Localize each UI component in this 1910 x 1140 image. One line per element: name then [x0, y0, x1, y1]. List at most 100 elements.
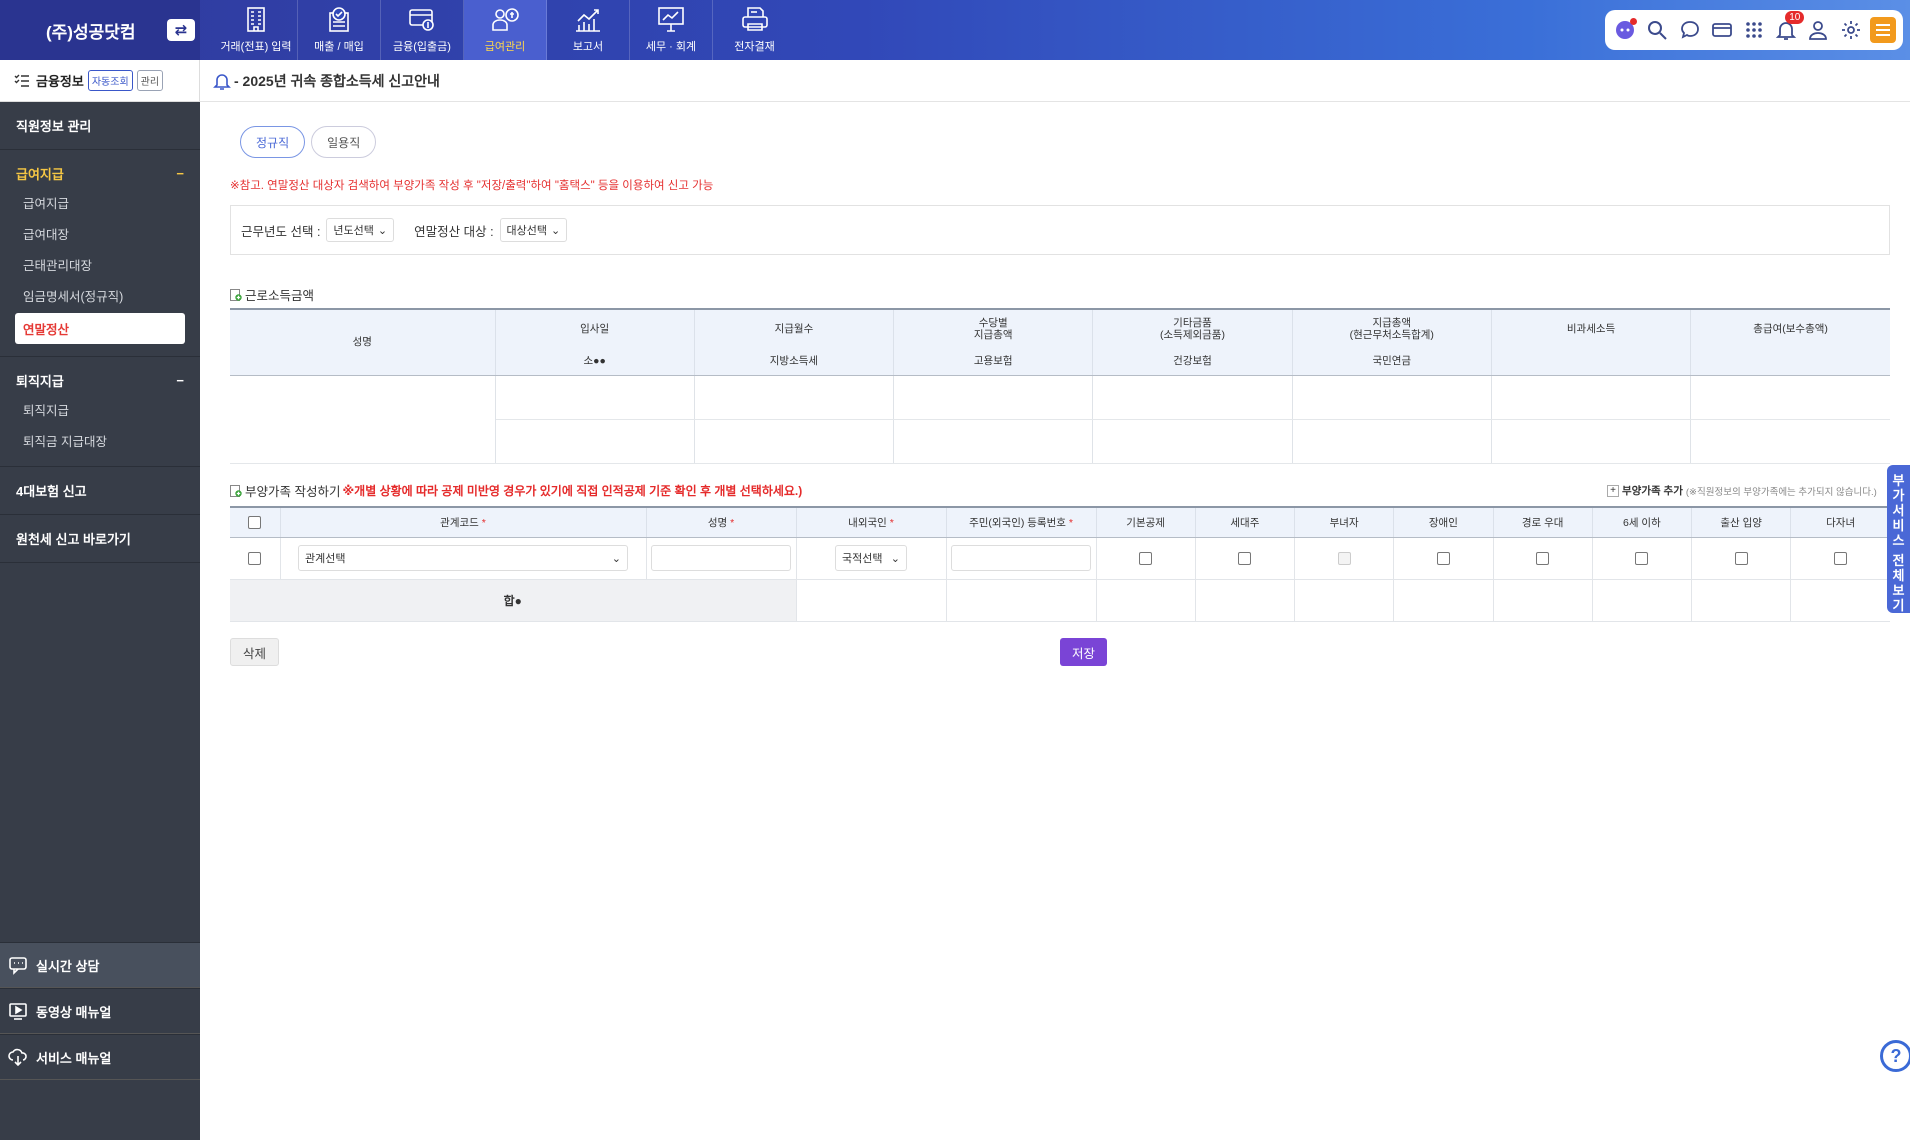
column-header: 지급월수 [694, 308, 895, 347]
manage-chip[interactable]: 관리 [136, 70, 164, 91]
sidebar-item-payslip[interactable]: 임금명세서(정규직) [0, 280, 200, 311]
select-all-checkbox[interactable] [230, 506, 281, 538]
under-six-checkbox[interactable] [1592, 537, 1693, 580]
column-header: 6세 이하 [1592, 506, 1693, 538]
household-head-checkbox[interactable] [1195, 537, 1296, 580]
user-icon[interactable] [1805, 17, 1831, 43]
sidebar-item-pay[interactable]: 급여지급 [0, 187, 200, 218]
column-header: 주민(외국인) 등록번호 * [946, 506, 1097, 538]
sidebar-item-year-end-settlement[interactable]: 연말정산 [15, 313, 185, 344]
sidebar-section-employee: 직원정보 관리 [0, 102, 200, 150]
bell-icon[interactable]: 10 [1773, 11, 1805, 43]
chat-bubble-icon[interactable] [1677, 17, 1703, 43]
nav-label: 급여관리 [484, 41, 526, 53]
column-header: 소●● [495, 347, 695, 376]
sidebar-section-retirement: 퇴직지급 − 퇴직지급 퇴직금 지급대장 [0, 357, 200, 467]
sidebar-item-insurance-report[interactable]: 4대보험 신고 [0, 477, 200, 504]
nav-transaction-entry[interactable]: 거래(전표) 입력 [215, 0, 298, 60]
page-header: - 2025년 귀속 종합소득세 신고안내 [200, 60, 1910, 102]
column-header: 부녀자 [1294, 506, 1395, 538]
chevron-down-icon: ⌄ [551, 224, 561, 237]
income-table: 성명 입사일 지급월수 수당별 지급총액 기타금품 (소득제외금품) 지급총액 … [230, 308, 1890, 464]
disabled-checkbox[interactable] [1393, 537, 1494, 580]
employee-type-tabs: 정규직 일용직 [240, 126, 377, 158]
nav-reports[interactable]: 보고서 [547, 0, 630, 60]
add-doc-icon [230, 288, 242, 301]
woman-checkbox [1294, 537, 1395, 580]
dependents-warning: ※개별 상황에 따라 공제 미반영 경우가 있기에 직접 인적공제 기준 확인 … [342, 484, 803, 498]
sidebar-section-payroll: 급여지급 − 급여지급 급여대장 근태관리대장 임금명세서(정규직) 연말정산 [0, 150, 200, 357]
collapse-icon[interactable]: − [176, 166, 184, 181]
additional-services-tab[interactable]: 부가서비스전체보기 [1887, 465, 1910, 613]
add-dependent-button[interactable]: + 부양가족 추가 (※직원정보의 부양가족에는 추가되지 않습니다.) [1607, 483, 1877, 498]
sidebar-item-attendance[interactable]: 근태관리대장 [0, 249, 200, 280]
sidebar-bottom-links: 실시간 상담 동영상 매뉴얼 서비스 매뉴얼 [0, 942, 200, 1080]
chart-up-icon [576, 9, 600, 32]
nav-finance[interactable]: 금융(입출금) [381, 0, 464, 60]
sum-label: 합● [230, 579, 797, 622]
table-row [230, 375, 1890, 464]
page-title[interactable]: - 2025년 귀속 종합소득세 신고안내 [234, 71, 440, 91]
sidebar-item-withholding-tax[interactable]: 원천세 신고 바로가기 [0, 525, 200, 552]
year-select[interactable]: 년도선택 ⌄ [326, 218, 395, 242]
sum-row: 합● [230, 579, 1890, 622]
nav-payroll[interactable]: 급여관리 [464, 0, 547, 60]
column-header: 내외국인 * [796, 506, 947, 538]
column-header: 장애인 [1393, 506, 1494, 538]
auto-lookup-chip[interactable]: 자동조회 [87, 70, 133, 91]
dependents-table: 관계코드 * 성명 * 내외국인 * 주민(외국인) 등록번호 * 기본공제 세… [230, 506, 1890, 622]
column-header [1690, 347, 1890, 376]
column-header: 입사일 [495, 308, 695, 347]
basic-deduction-checkbox[interactable] [1096, 537, 1196, 580]
nav-tax-accounting[interactable]: 세무 · 회계 [630, 0, 713, 60]
column-header: 건강보험 [1092, 347, 1293, 376]
service-manual-button[interactable]: 서비스 매뉴얼 [0, 1034, 200, 1080]
brand[interactable]: (주)성공닷컴 ⇄ [0, 0, 200, 60]
search-icon[interactable] [1644, 17, 1670, 43]
multi-child-checkbox[interactable] [1790, 537, 1890, 580]
target-select[interactable]: 대상선택 ⌄ [499, 218, 568, 242]
collapse-icon[interactable]: − [176, 373, 184, 388]
column-header: 고용보험 [893, 347, 1094, 376]
column-header: 수당별 지급총액 [893, 308, 1094, 347]
card-icon[interactable] [1709, 17, 1735, 43]
nav-e-approval[interactable]: 전자결재 [713, 0, 796, 60]
nav-sales-purchase[interactable]: 매출 / 매입 [298, 0, 381, 60]
apps-grid-icon[interactable] [1741, 17, 1767, 43]
sidebar-item-payroll[interactable]: 급여지급 − [0, 160, 200, 187]
hamburger-menu-icon[interactable] [1869, 17, 1896, 43]
row-checkbox[interactable] [230, 537, 281, 580]
nationality-select[interactable]: 국적선택 ⌄ [835, 545, 907, 571]
tab-regular[interactable]: 정규직 [240, 126, 306, 158]
sidebar-section-withholding: 원천세 신고 바로가기 [0, 515, 200, 563]
income-section-title: 근로소득금액 [230, 285, 314, 304]
live-chat-button[interactable]: 실시간 상담 [0, 942, 200, 988]
nav-label: 보고서 [572, 41, 604, 53]
relation-select[interactable]: 관계선택 ⌄ [298, 545, 628, 571]
sidebar-section-insurance: 4대보험 신고 [0, 467, 200, 515]
top-nav: 거래(전표) 입력 매출 / 매입 금융(입출금) 급여관리 보고서 세무 · … [215, 0, 796, 60]
save-button[interactable]: 저장 [1060, 638, 1108, 666]
gear-icon[interactable] [1838, 17, 1864, 43]
nav-label: 세무 · 회계 [645, 41, 697, 53]
name-input[interactable] [651, 545, 791, 571]
switch-company-icon[interactable]: ⇄ [167, 19, 195, 41]
sidebar-item-retirement-pay[interactable]: 퇴직지급 [0, 394, 200, 425]
registration-number-input[interactable] [951, 545, 1091, 571]
senior-checkbox[interactable] [1493, 537, 1593, 580]
tab-daily[interactable]: 일용직 [311, 126, 377, 158]
column-header: 세대주 [1195, 506, 1296, 538]
chatbot-icon[interactable] [1612, 17, 1638, 43]
sidebar-item-retirement-ledger[interactable]: 퇴직금 지급대장 [0, 425, 200, 456]
sidebar-item-employee-info[interactable]: 직원정보 관리 [0, 112, 200, 139]
column-header: 지급총액 (현근무처소득합계) [1292, 308, 1492, 347]
delete-button[interactable]: 삭제 [230, 638, 280, 666]
video-manual-button[interactable]: 동영상 매뉴얼 [0, 988, 200, 1034]
birth-adoption-checkbox[interactable] [1691, 537, 1792, 580]
sidebar-item-payroll-ledger[interactable]: 급여대장 [0, 218, 200, 249]
column-header: 비과세소득 [1491, 308, 1692, 347]
column-header: 성명 [230, 308, 496, 376]
sidebar-item-retirement[interactable]: 퇴직지급 − [0, 367, 200, 394]
column-header: 출산 입양 [1691, 506, 1792, 538]
help-icon[interactable]: ? [1880, 1040, 1910, 1072]
